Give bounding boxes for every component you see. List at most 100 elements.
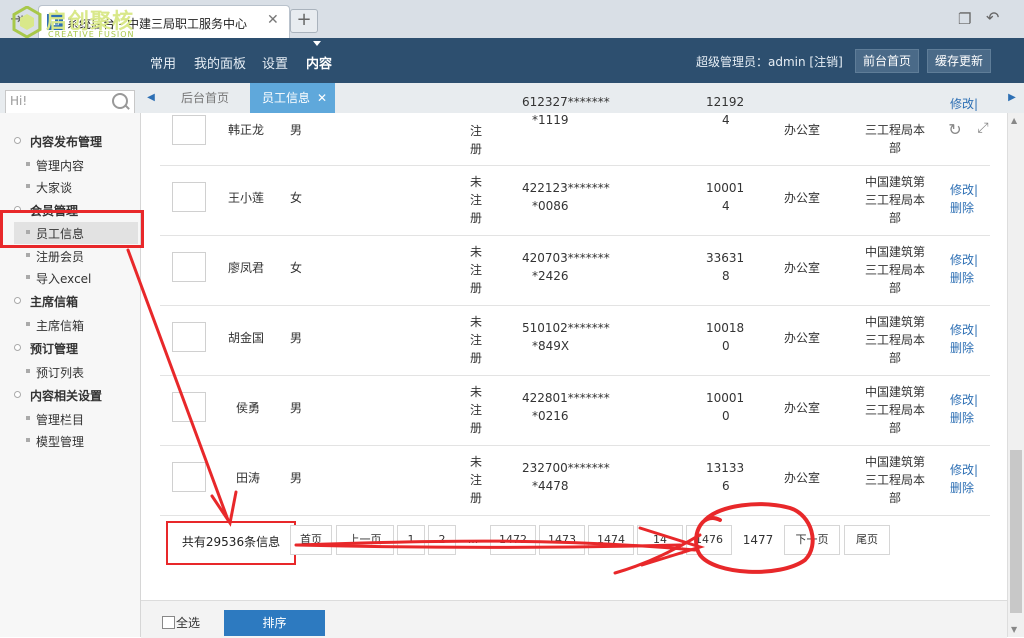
cell-id-number: 420703******* <box>522 251 610 265</box>
cell-organization: 三工程局本部 <box>864 123 925 155</box>
row-checkbox[interactable] <box>172 462 206 492</box>
sidebar-group-content-settings[interactable]: 内容相关设置 <box>30 387 102 404</box>
delete-link[interactable]: 删除 <box>950 339 974 356</box>
row-checkbox[interactable] <box>172 322 206 352</box>
select-all-label: 全选 <box>176 616 201 630</box>
sidebar-item-model-management[interactable]: 模型管理 <box>36 433 84 450</box>
cell-name: 廖凤君 <box>228 261 265 275</box>
pagination-page-2[interactable]: 2 <box>428 525 456 555</box>
search-box[interactable]: Hi! <box>5 90 135 114</box>
cell-phone-suffix: 6 <box>722 479 730 493</box>
group-bullet-icon <box>14 391 21 398</box>
cell-register-status: 未注册 <box>470 315 483 365</box>
pagination-prev[interactable]: 上一页 <box>336 525 394 555</box>
cell-id-suffix: *849X <box>532 339 570 353</box>
nav-my-panel[interactable]: 我的面板 <box>194 53 246 72</box>
table-row: 韩正龙 男 注册 612327******* *1119 12192 4 办公室… <box>160 95 990 166</box>
pagination-page-1475[interactable]: 14 <box>637 525 683 555</box>
item-dot-icon <box>26 253 30 257</box>
cell-name: 胡金国 <box>228 331 265 345</box>
sort-button[interactable]: 排序 <box>224 610 325 636</box>
sidebar-group-booking[interactable]: 预订管理 <box>30 340 78 357</box>
pagination-last[interactable]: 尾页 <box>844 525 890 555</box>
group-bullet-icon <box>14 137 21 144</box>
table-row: 侯勇 男 未注册 422801******* *0216 10001 0 办公室… <box>160 375 990 446</box>
delete-link[interactable]: 删除 <box>950 269 974 286</box>
cell-phone: 33631 <box>706 251 745 265</box>
cache-update-button[interactable]: 缓存更新 <box>927 49 991 73</box>
edit-link[interactable]: 修改| <box>950 95 978 112</box>
browser-tab-bar: ⇥ ◧ 系统后台 - 中建三局职工服务中心 ✕ + ❐ ↶ <box>0 0 1024 39</box>
nav-settings[interactable]: 设置 <box>262 53 288 72</box>
edit-link[interactable]: 修改| <box>950 391 978 408</box>
row-checkbox[interactable] <box>172 392 206 422</box>
sidebar-item-chairman-mailbox[interactable]: 主席信箱 <box>36 317 84 334</box>
pagination-page-1[interactable]: 1 <box>397 525 425 555</box>
sidebar-item-manage-columns[interactable]: 管理栏目 <box>36 411 84 428</box>
sidebar-item-manage-content[interactable]: 管理内容 <box>36 157 84 174</box>
sidebar-group-content-publish[interactable]: 内容发布管理 <box>30 133 102 150</box>
cell-phone-suffix: 0 <box>722 339 730 353</box>
tab-scroll-right-icon[interactable]: ▶ <box>1002 83 1022 113</box>
cell-phone-suffix: 8 <box>722 269 730 283</box>
pagination-page-1474[interactable]: 1474 <box>588 525 634 555</box>
sidebar-item-booking-list[interactable]: 预订列表 <box>36 364 84 381</box>
row-checkbox[interactable] <box>172 115 206 145</box>
cell-department: 办公室 <box>784 123 821 137</box>
cell-register-status: 未注册 <box>470 385 483 435</box>
edit-link[interactable]: 修改| <box>950 321 978 338</box>
scroll-up-icon[interactable]: ▲ <box>1011 116 1017 125</box>
sidebar-item-import-excel[interactable]: 导入excel <box>36 270 91 287</box>
tab-scroll-left-icon[interactable]: ◀ <box>141 83 161 113</box>
cell-organization: 中国建筑第三工程局本部 <box>864 315 925 365</box>
cell-id-number: 510102******* <box>522 321 610 335</box>
delete-link[interactable]: 删除 <box>950 479 974 496</box>
item-dot-icon <box>26 162 30 166</box>
expand-icon[interactable]: ⤢ <box>972 120 994 142</box>
cell-sex: 男 <box>290 331 303 345</box>
cell-register-status: 未注册 <box>470 455 483 505</box>
admin-label[interactable]: 超级管理员：admin [注销] <box>696 53 843 70</box>
sidebar-group-chairman-mailbox[interactable]: 主席信箱 <box>30 293 78 310</box>
search-icon[interactable] <box>112 93 128 109</box>
table-row: 廖凤君 女 未注册 420703******* *2426 33631 8 办公… <box>160 235 990 306</box>
window-restore-icon[interactable]: ❐ <box>958 10 971 28</box>
pagination-page-1476[interactable]: 1476 <box>686 525 732 555</box>
cell-organization: 中国建筑第三工程局本部 <box>864 245 925 295</box>
scrollbar-thumb[interactable] <box>1010 450 1022 613</box>
edit-link[interactable]: 修改| <box>950 181 978 198</box>
sidebar-item-registered-members[interactable]: 注册会员 <box>36 248 84 265</box>
sidebar-item-discussion[interactable]: 大家谈 <box>36 179 72 196</box>
table-row: 王小莲 女 未注册 422123******* *0086 10001 4 办公… <box>160 165 990 236</box>
nav-common[interactable]: 常用 <box>150 53 176 72</box>
nav-content[interactable]: 内容 <box>306 53 332 72</box>
pagination-ellipsis: ... <box>459 525 487 555</box>
delete-link[interactable]: 删除 <box>950 199 974 216</box>
cell-id-suffix: *1119 <box>532 113 569 127</box>
pagination-current-page: 1477 <box>735 525 781 555</box>
scroll-down-icon[interactable]: ▼ <box>1011 625 1017 634</box>
employee-table: 韩正龙 男 注册 612327******* *1119 12192 4 办公室… <box>160 95 990 516</box>
cell-sex: 男 <box>290 401 303 415</box>
group-bullet-icon <box>14 344 21 351</box>
select-all-checkbox[interactable] <box>162 616 175 629</box>
row-checkbox[interactable] <box>172 182 206 212</box>
search-input[interactable]: Hi! <box>10 94 27 108</box>
edit-link[interactable]: 修改| <box>950 251 978 268</box>
group-bullet-icon <box>14 297 21 304</box>
annotation-highlight-box <box>0 210 144 248</box>
logo-subtitle: CREATIVE FUSION <box>48 30 135 39</box>
close-tab-icon[interactable]: ✕ <box>267 12 279 28</box>
pagination-next[interactable]: 下一页 <box>784 525 840 555</box>
undo-icon[interactable]: ↶ <box>986 8 999 27</box>
new-tab-button[interactable]: + <box>290 9 318 33</box>
pagination-page-1472[interactable]: 1472 <box>490 525 536 555</box>
row-checkbox[interactable] <box>172 252 206 282</box>
pagination-first[interactable]: 首页 <box>290 525 332 555</box>
frontpage-button[interactable]: 前台首页 <box>855 49 919 73</box>
delete-link[interactable]: 删除 <box>950 409 974 426</box>
edit-link[interactable]: 修改| <box>950 461 978 478</box>
pagination-page-1473[interactable]: 1473 <box>539 525 585 555</box>
refresh-icon[interactable]: ↻ <box>944 120 966 142</box>
cell-id-suffix: *0086 <box>532 199 569 213</box>
